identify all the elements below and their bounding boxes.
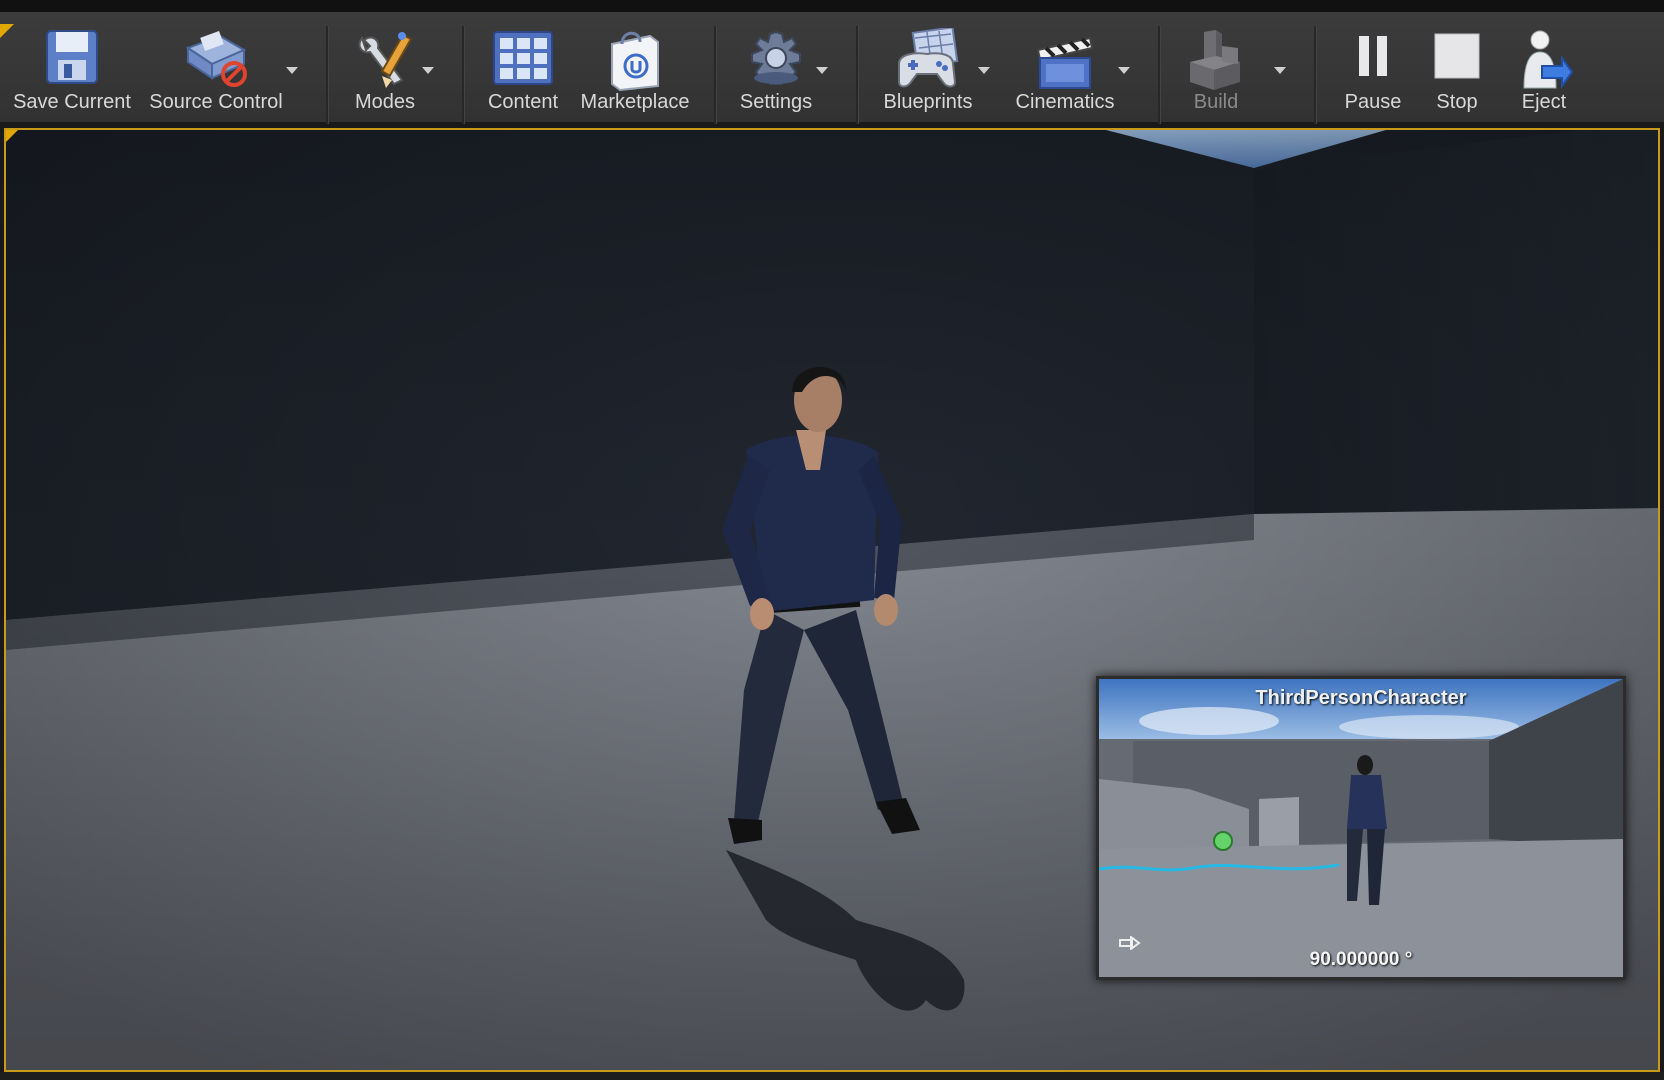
pip-pickup-orb [1213,831,1233,851]
toolbar-separator [714,26,717,124]
cinematics-label: Cinematics [1015,91,1115,113]
content-button[interactable]: Content [478,20,568,120]
pip-scene [1099,679,1623,977]
pause-label: Pause [1344,91,1402,113]
modes-button[interactable]: Modes [340,20,430,120]
pip-rotation-readout: 90.000000 ° [1309,949,1413,970]
marketplace-label: Marketplace [580,91,690,113]
main-toolbar: Save Current Source Control Modes Conten… [0,0,1664,124]
source-control-button[interactable]: Source Control [144,20,288,120]
clapperboard-icon [1036,36,1094,89]
content-grid-icon [493,31,553,85]
settings-button[interactable]: Settings [730,20,822,120]
build-blocks-icon [1190,30,1240,90]
viewport-corner-marker [6,130,18,142]
gear-icon [751,30,801,85]
cinematics-dropdown-arrow[interactable] [1118,67,1130,74]
toolbar-separator [856,26,859,124]
pause-button[interactable]: Pause [1334,20,1412,120]
stop-label: Stop [1436,91,1478,113]
gamepad-icon [898,28,959,88]
eject-button[interactable]: Eject [1504,20,1584,120]
source-control-label: Source Control [149,91,283,113]
eject-person-icon [1523,30,1574,90]
blueprints-label: Blueprints [883,91,973,113]
pause-icon [1359,36,1387,76]
toolbar-separator [462,26,465,124]
stop-icon [1434,33,1480,79]
content-label: Content [487,91,559,113]
pip-title: ThirdPersonCharacter [1255,687,1467,709]
source-control-icon [185,31,247,87]
marketplace-button[interactable]: Marketplace [576,20,694,120]
wrench-pencil-icon [358,32,413,88]
toolbar-separator [1314,26,1317,124]
save-current-label: Save Current [13,91,131,113]
source-control-dropdown-arrow[interactable] [286,67,298,74]
settings-dropdown-arrow[interactable] [816,67,828,74]
cinematics-button[interactable]: Cinematics [1010,20,1120,120]
stop-button[interactable]: Stop [1420,20,1494,120]
blueprints-button[interactable]: Blueprints [874,20,982,120]
camera-preview-pip[interactable]: ThirdPersonCharacter 90.000000 ° [1096,676,1626,980]
bottom-border [0,1072,1664,1080]
save-current-button[interactable]: Save Current [8,20,136,120]
modes-label: Modes [354,91,416,113]
marketplace-bag-icon [611,31,659,92]
toolbar-separator [326,26,329,124]
floppy-disk-icon [46,30,98,84]
build-dropdown-arrow[interactable] [1274,67,1286,74]
build-button[interactable]: Build [1170,20,1262,120]
modes-dropdown-arrow[interactable] [422,67,434,74]
toolbar-separator [1158,26,1161,124]
eject-label: Eject [1521,91,1567,113]
build-label: Build [1193,91,1239,113]
blueprints-dropdown-arrow[interactable] [978,67,990,74]
settings-label: Settings [739,91,813,113]
